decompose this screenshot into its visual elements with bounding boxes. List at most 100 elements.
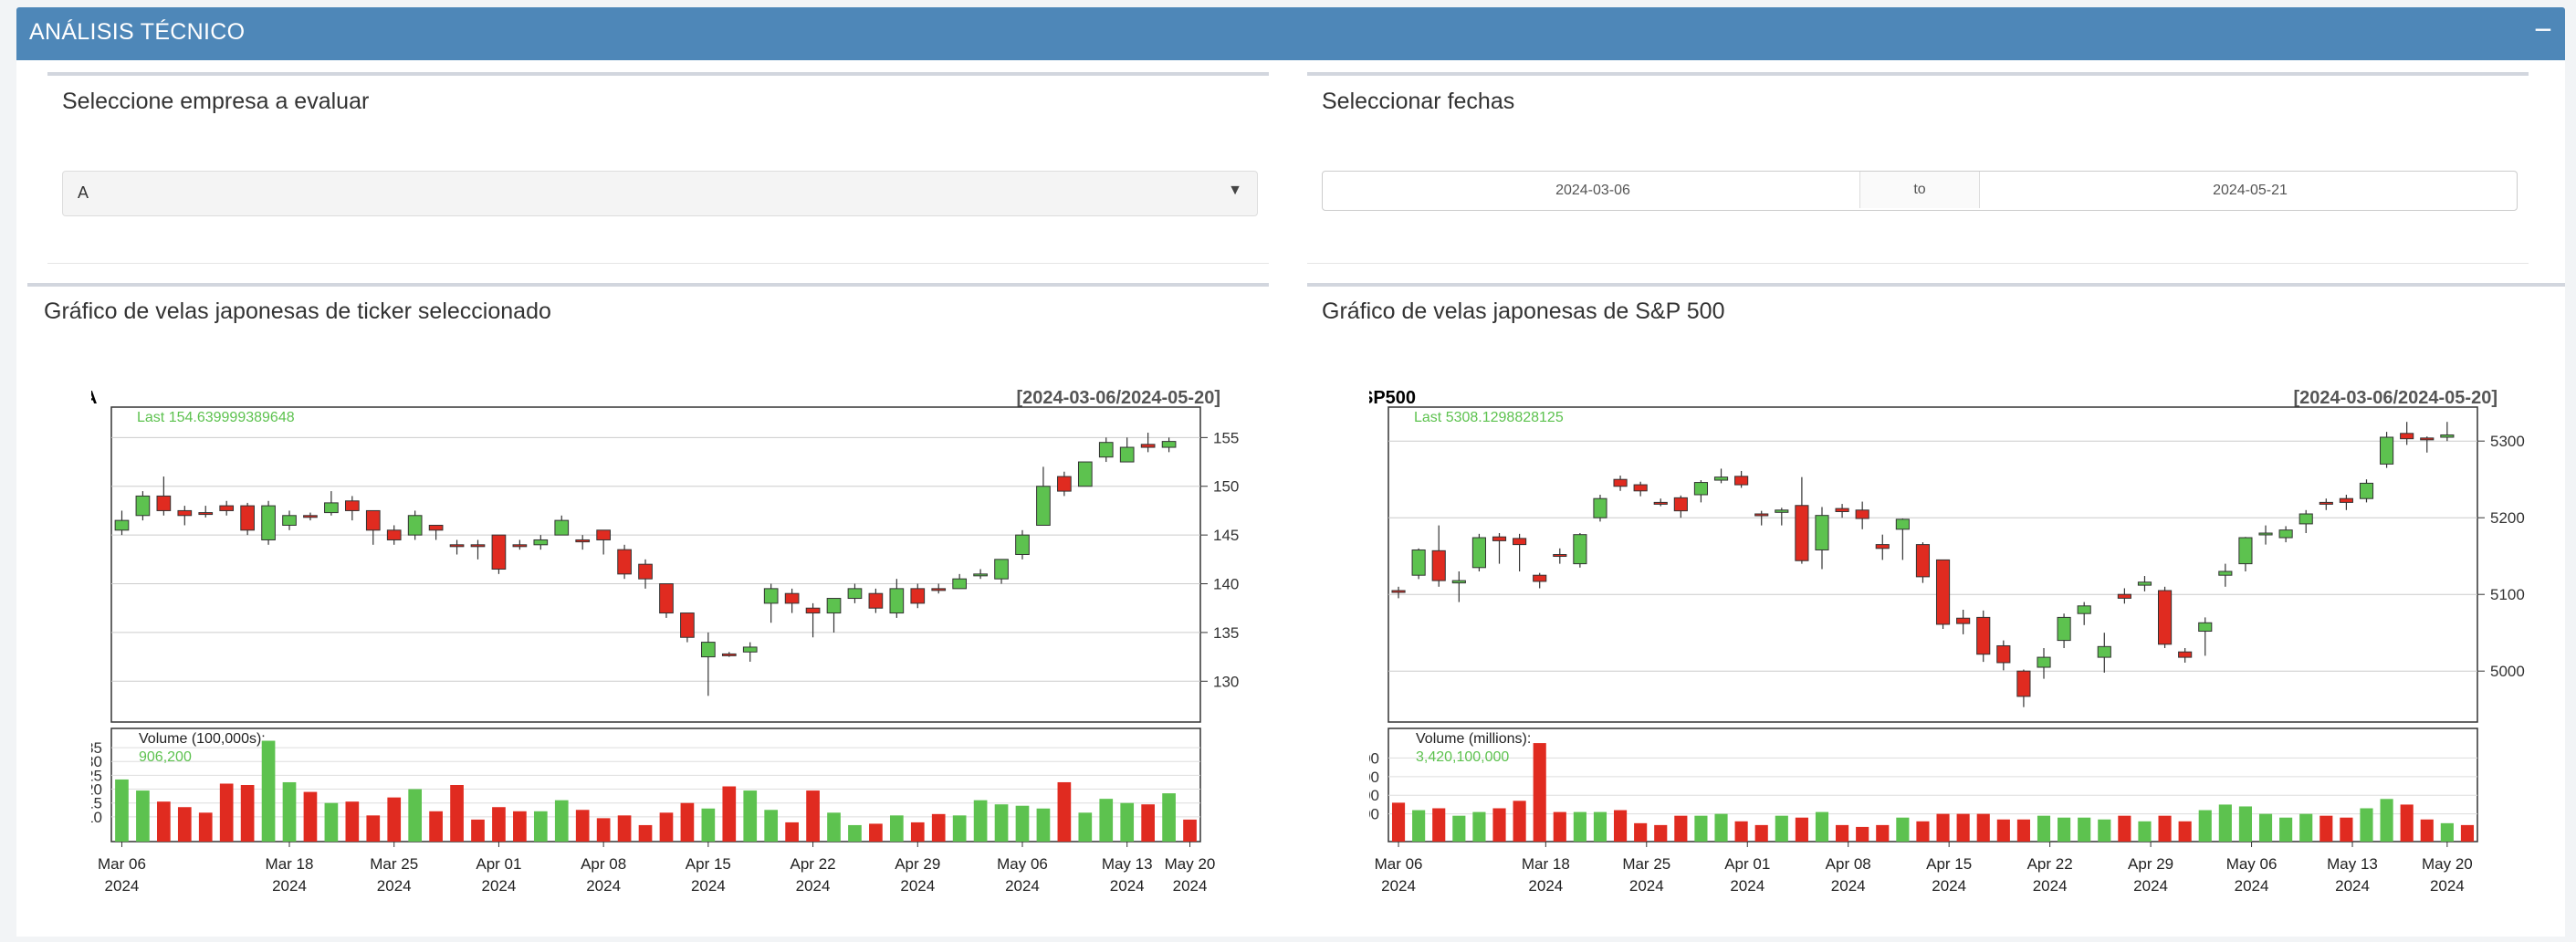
caret-down-icon: ▼ bbox=[1228, 183, 1242, 198]
candle-body bbox=[701, 642, 716, 658]
last-price-label: Last 5308.1298828125 bbox=[1414, 410, 1564, 425]
candle-body bbox=[617, 549, 632, 575]
volume-bar bbox=[1634, 822, 1648, 842]
candle-body bbox=[2238, 537, 2253, 565]
candle-body bbox=[1036, 486, 1051, 526]
x-axis-label: May 13 bbox=[2327, 855, 2378, 873]
volume-bar bbox=[701, 808, 716, 842]
candle-body bbox=[1915, 544, 1931, 578]
volume-bar bbox=[1976, 813, 1990, 842]
candle-body bbox=[240, 505, 255, 531]
candle-body bbox=[2178, 651, 2193, 658]
candle-body bbox=[1015, 534, 1030, 555]
volume-bar bbox=[638, 824, 653, 842]
price-plot-frame bbox=[1387, 406, 2478, 723]
candle-body bbox=[1976, 616, 1991, 655]
candle-body bbox=[156, 495, 172, 511]
volume-bar bbox=[115, 779, 129, 842]
candle-body bbox=[889, 588, 905, 614]
volume-bar bbox=[952, 815, 967, 842]
x-axis-year-label: 2024 bbox=[377, 877, 412, 895]
collapse-icon[interactable]: − bbox=[2534, 13, 2552, 48]
candle-body bbox=[1391, 590, 1406, 593]
x-axis-label: Apr 01 bbox=[476, 855, 521, 873]
candle-body bbox=[470, 544, 486, 548]
start-date-input[interactable] bbox=[1323, 172, 1863, 210]
volume-bar bbox=[869, 823, 883, 842]
volume-bar bbox=[1936, 813, 1950, 842]
candle-body bbox=[868, 592, 884, 609]
volume-bar bbox=[533, 811, 548, 842]
candle-body bbox=[763, 588, 779, 604]
candle-body bbox=[805, 607, 821, 614]
company-select-value: A bbox=[78, 183, 89, 202]
ticker-candlestick-chart: A [2024-03-06/2024-05-20] 155 150 145 140 135 1… bbox=[91, 388, 1239, 895]
candle-body bbox=[2278, 529, 2293, 539]
volume-bar bbox=[177, 807, 192, 842]
x-axis-label: Apr 08 bbox=[581, 855, 626, 873]
volume-bar bbox=[261, 740, 276, 842]
volume-bar bbox=[1815, 811, 1829, 842]
volume-bar bbox=[1472, 811, 1486, 842]
volume-bar bbox=[2118, 815, 2131, 842]
candle-body bbox=[847, 588, 863, 600]
x-axis-year-label: 2024 bbox=[1629, 877, 1664, 895]
candle-body bbox=[1451, 580, 1466, 584]
candle-body bbox=[219, 505, 235, 511]
volume-bar bbox=[387, 797, 402, 842]
x-axis-year-label: 2024 bbox=[2235, 877, 2269, 895]
candle-body bbox=[973, 573, 988, 577]
volume-bar bbox=[450, 785, 464, 842]
volume-bar bbox=[659, 812, 674, 842]
volume-bar bbox=[617, 815, 632, 842]
candle-body bbox=[1935, 559, 1951, 625]
volume-bar bbox=[554, 800, 569, 842]
candle-body bbox=[1713, 476, 1729, 481]
candle-body bbox=[1492, 536, 1507, 541]
candle-body bbox=[114, 519, 130, 531]
volume-bar bbox=[1996, 819, 2010, 842]
candle-body bbox=[1573, 534, 1587, 565]
candle-body bbox=[135, 495, 151, 517]
volume-bar bbox=[240, 785, 255, 842]
x-axis-year-label: 2024 bbox=[2133, 877, 2168, 895]
volume-bar bbox=[408, 789, 423, 842]
candle-body bbox=[2319, 501, 2333, 505]
x-axis-label: Apr 22 bbox=[2027, 855, 2073, 873]
sp500-candlestick-chart: SP500 [2024-03-06/2024-05-20] 5300 5200 5100… bbox=[1369, 388, 2525, 895]
volume-bar bbox=[1533, 743, 1546, 842]
candle-body bbox=[177, 509, 193, 517]
candle-body bbox=[512, 544, 528, 548]
dates-panel-title: Seleccionar fechas bbox=[1322, 89, 1515, 114]
candle-body bbox=[1077, 461, 1093, 487]
end-date-input[interactable] bbox=[1980, 172, 2520, 210]
volume-bar bbox=[1057, 781, 1072, 842]
x-axis-label: Mar 06 bbox=[98, 855, 146, 873]
price-axis-label: 5200 bbox=[2490, 509, 2525, 527]
x-axis-label: Apr 15 bbox=[1926, 855, 1972, 873]
volume-title: Volume (100,000s): bbox=[139, 731, 266, 747]
volume-bar bbox=[2380, 799, 2393, 842]
volume-last-label: 3,420,100,000 bbox=[1416, 749, 1509, 765]
volume-bar bbox=[1674, 815, 1688, 842]
volume-bar bbox=[1654, 824, 1668, 842]
candle-body bbox=[1513, 538, 1527, 546]
volume-title: Volume (millions): bbox=[1416, 731, 1531, 747]
volume-bar bbox=[743, 790, 758, 842]
volume-bar bbox=[1391, 802, 1406, 842]
volume-bar bbox=[1099, 799, 1114, 842]
candle-body bbox=[1119, 446, 1135, 463]
box-header: ANÁLISIS TÉCNICO − bbox=[16, 7, 2565, 60]
candle-body bbox=[261, 505, 276, 540]
price-axis-label: 5000 bbox=[2490, 663, 2525, 680]
company-select[interactable]: A ▼ bbox=[62, 171, 1258, 216]
candle-body bbox=[1431, 550, 1446, 581]
volume-bar bbox=[1573, 811, 1586, 842]
candle-body bbox=[596, 529, 611, 540]
x-axis-label: Apr 15 bbox=[686, 855, 731, 873]
volume-axis-label: 6000 bbox=[1369, 769, 1379, 786]
volume-bar bbox=[2238, 806, 2253, 842]
candle-body bbox=[2037, 656, 2051, 668]
candle-body bbox=[1693, 482, 1709, 496]
candle-body bbox=[1855, 509, 1869, 519]
